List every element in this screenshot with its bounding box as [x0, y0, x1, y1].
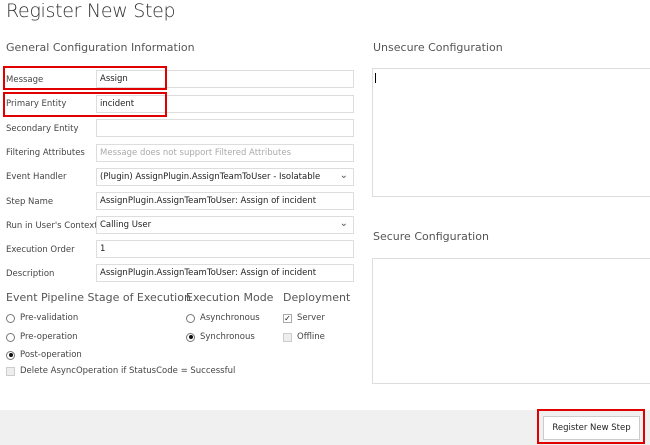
filtering-attributes-label: Filtering Attributes	[6, 148, 85, 158]
asynchronous-label: Asynchronous	[200, 313, 260, 323]
pre-operation-radio[interactable]: Pre-operation	[6, 332, 78, 342]
description-input[interactable]: AssignPlugin.AssignTeamToUser: Assign of…	[96, 264, 354, 282]
post-operation-label: Post-operation	[20, 350, 82, 360]
offline-label: Offline	[297, 332, 325, 342]
delete-async-checkbox[interactable]: Delete AsyncOperation if StatusCode = Su…	[6, 366, 235, 376]
pre-validation-label: Pre-validation	[20, 313, 79, 323]
event-handler-label: Event Handler	[6, 172, 67, 182]
radio-icon	[6, 332, 15, 342]
execution-order-label: Execution Order	[6, 245, 75, 255]
radio-selected-icon	[6, 350, 15, 360]
synchronous-label: Synchronous	[200, 332, 255, 342]
execution-order-input[interactable]: 1	[96, 240, 354, 258]
page-title: Register New Step	[6, 0, 176, 22]
primary-entity-highlight	[3, 92, 167, 117]
radio-selected-icon	[186, 332, 195, 342]
checkbox-icon	[283, 332, 292, 342]
radio-icon	[186, 313, 195, 323]
synchronous-radio[interactable]: Synchronous	[186, 332, 255, 342]
event-handler-select[interactable]: (Plugin) AssignPlugin.AssignTeamToUser -…	[96, 168, 354, 186]
step-name-label: Step Name	[6, 197, 54, 207]
run-context-select[interactable]: Calling User ⌄	[96, 216, 354, 234]
unsecure-config-textarea[interactable]	[372, 68, 650, 197]
checkbox-icon	[6, 366, 15, 376]
secure-config-textarea[interactable]	[372, 258, 650, 384]
deployment-heading: Deployment	[283, 291, 351, 304]
secure-config-heading: Secure Configuration	[373, 230, 489, 243]
step-name-input[interactable]: AssignPlugin.AssignTeamToUser: Assign of…	[96, 192, 354, 210]
run-context-label: Run in User's Context	[6, 221, 98, 231]
secondary-entity-label: Secondary Entity	[6, 124, 79, 134]
server-label: Server	[297, 313, 325, 323]
post-operation-radio[interactable]: Post-operation	[6, 350, 82, 360]
delete-async-label: Delete AsyncOperation if StatusCode = Su…	[20, 366, 236, 376]
event-handler-value: (Plugin) AssignPlugin.AssignTeamToUser -…	[100, 172, 321, 182]
radio-icon	[6, 313, 15, 323]
pre-operation-label: Pre-operation	[20, 332, 78, 342]
unsecure-config-heading: Unsecure Configuration	[373, 41, 503, 54]
text-cursor	[375, 73, 376, 83]
message-highlight	[3, 66, 167, 90]
register-button-highlight	[537, 409, 645, 444]
description-label: Description	[6, 269, 55, 279]
checkmark-icon: ✓	[283, 313, 292, 323]
asynchronous-radio[interactable]: Asynchronous	[186, 313, 260, 323]
general-config-heading: General Configuration Information	[6, 41, 195, 54]
chevron-down-icon: ⌄	[339, 218, 348, 229]
filtering-attributes-input[interactable]: Message does not support Filtered Attrib…	[96, 144, 354, 162]
pre-validation-radio[interactable]: Pre-validation	[6, 313, 78, 323]
offline-checkbox[interactable]: Offline	[283, 332, 325, 342]
pipeline-heading: Event Pipeline Stage of Execution	[6, 291, 191, 304]
execution-mode-heading: Execution Mode	[186, 291, 274, 304]
run-context-value: Calling User	[100, 220, 152, 230]
server-checkbox[interactable]: ✓ Server	[283, 313, 325, 323]
secondary-entity-input[interactable]	[96, 119, 354, 137]
chevron-down-icon: ⌄	[339, 170, 348, 181]
